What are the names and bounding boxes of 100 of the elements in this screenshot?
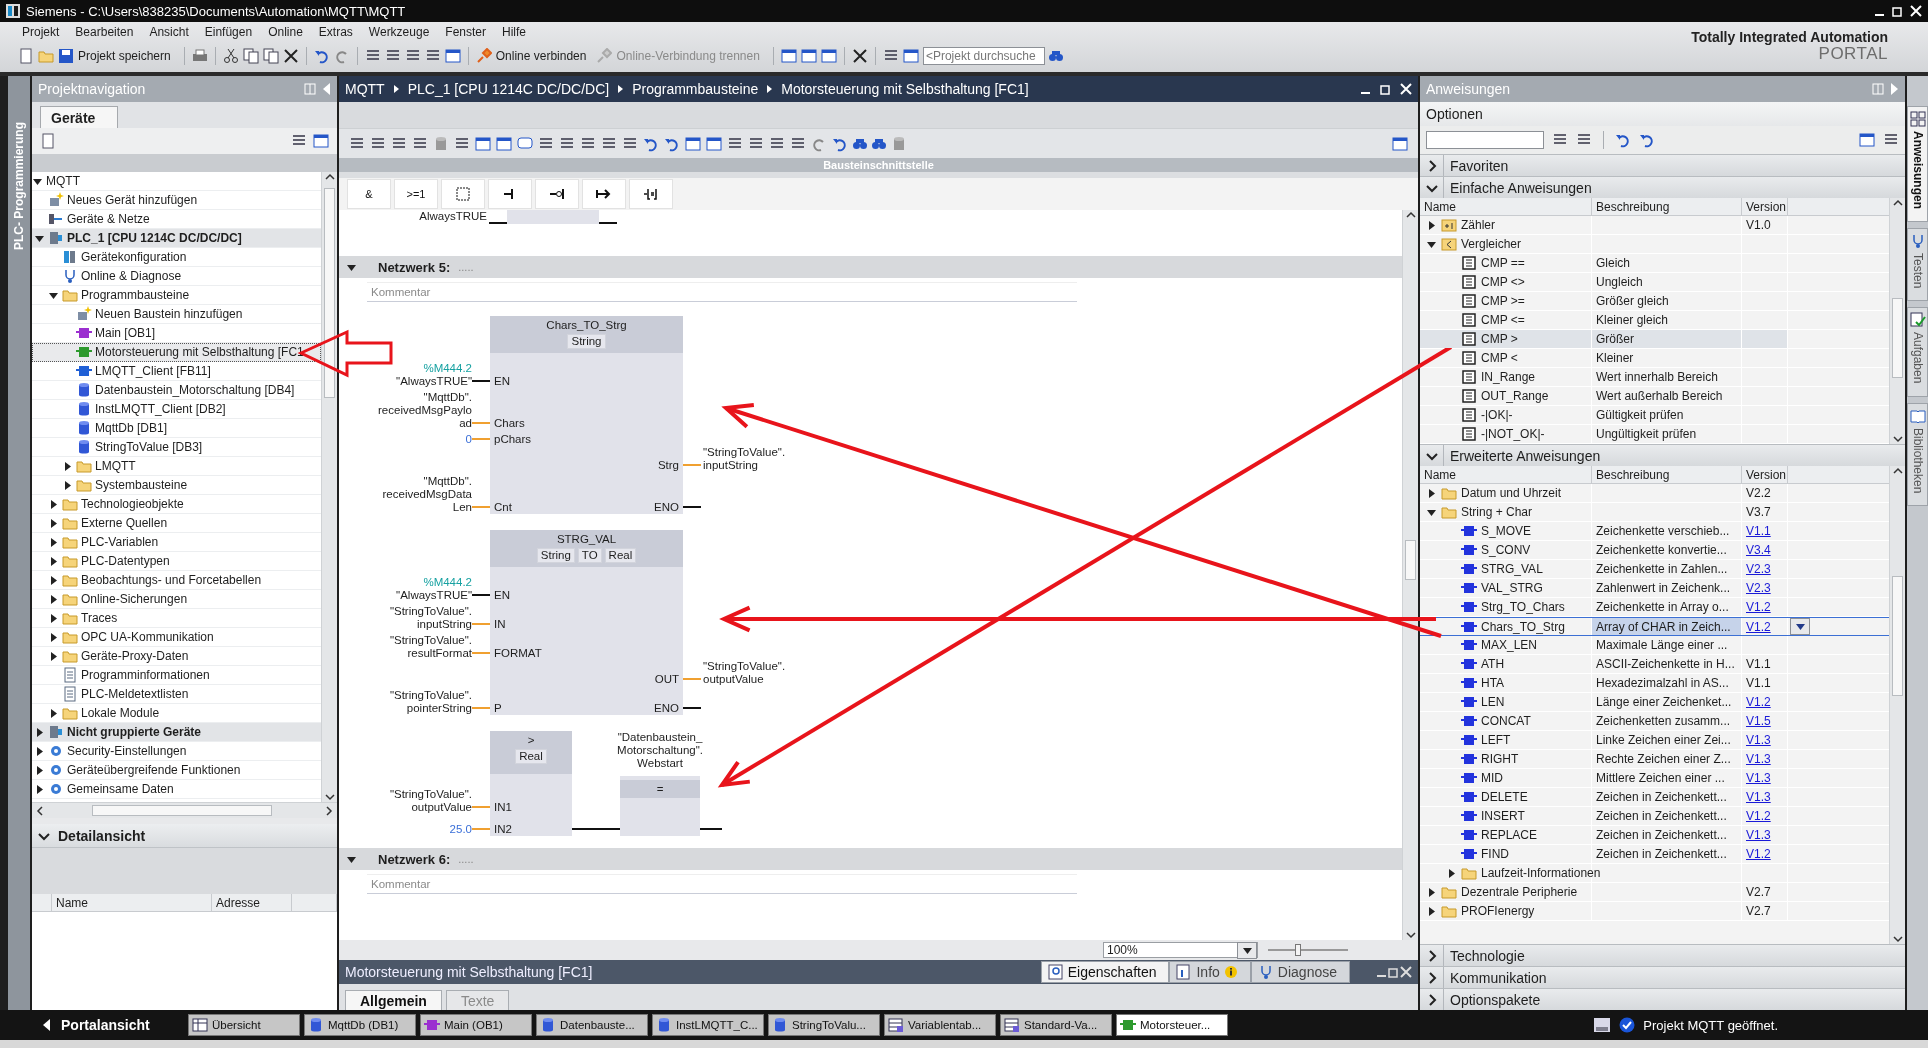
instruction-row[interactable]: Strg_TO_Chars Zeichenkette in Array o... V1.2: [1420, 598, 1889, 617]
tab[interactable]: Diagnose: [1250, 961, 1350, 983]
instruction-row[interactable]: LEN Länge einer Zeichenket... V1.2: [1420, 693, 1889, 712]
instruction-row[interactable]: S_CONV Zeichenkette konvertie... V3.4: [1420, 541, 1889, 560]
menu-item[interactable]: Ansicht: [141, 25, 197, 39]
menu-item[interactable]: Werkzeuge: [360, 25, 438, 39]
tree-item[interactable]: StringToValue [DB3]: [32, 438, 321, 457]
instruction-row[interactable]: Vergleicher: [1420, 235, 1889, 254]
tree-item[interactable]: Motorsteuerung mit Selbsthaltung [FC1: [32, 343, 321, 362]
comment-field[interactable]: Kommentar: [367, 282, 1077, 302]
section-header[interactable]: Einfache Anweisungen: [1420, 176, 1905, 198]
version-link[interactable]: V2.3: [1746, 562, 1771, 576]
tab[interactable]: Info: [1169, 961, 1251, 983]
version-link[interactable]: V1.3: [1746, 733, 1771, 747]
tab[interactable]: Geräte: [40, 106, 119, 128]
instruction-row[interactable]: S_MOVE Zeichenkette verschieb... V1.1: [1420, 522, 1889, 541]
connect-online-button[interactable]: Online verbinden: [495, 49, 587, 63]
version-link[interactable]: V1.2: [1746, 619, 1771, 634]
instruction-row[interactable]: OUT_Range Wert außerhalb Bereich: [1420, 387, 1889, 406]
instruction-row[interactable]: Dezentrale Peripherie V2.7: [1420, 883, 1889, 902]
instruction-row[interactable]: REPLACE Zeichen in Zeichenkett... V1.3: [1420, 826, 1889, 845]
version-link[interactable]: V1.2: [1746, 600, 1771, 614]
tree-item[interactable]: Nicht gruppierte Geräte: [32, 723, 321, 742]
instruction-row[interactable]: Zähler V1.0: [1420, 216, 1889, 235]
instruction-row[interactable]: LEFT Linke Zeichen einer Zei... V1.3: [1420, 731, 1889, 750]
version-link[interactable]: V1.2: [1746, 809, 1771, 823]
instruction-key[interactable]: &: [347, 179, 391, 209]
menu-item[interactable]: Extras: [310, 25, 361, 39]
instruction-row[interactable]: ATH ASCII-Zeichenkette in H... V1.1: [1420, 655, 1889, 674]
taskbar-item[interactable]: Übersicht: [188, 1014, 300, 1036]
side-tab[interactable]: Testen: [1907, 228, 1928, 302]
network-header[interactable]: Netzwerk 6: .....: [339, 848, 1402, 870]
section-header[interactable]: Optionspakete: [1420, 988, 1905, 1010]
version-link[interactable]: V1.3: [1746, 828, 1771, 842]
taskbar-item[interactable]: MqttDb (DB1): [304, 1014, 416, 1036]
tree-item[interactable]: Online & Diagnose: [32, 267, 321, 286]
tree-item[interactable]: Neuen Baustein hinzufügen: [32, 305, 321, 324]
instruction-row[interactable]: MID Mittlere Zeichen einer ... V1.3: [1420, 769, 1889, 788]
instruction-row[interactable]: FIND Zeichen in Zeichenkett... V1.2: [1420, 845, 1889, 864]
network-header[interactable]: Netzwerk 5: .....: [339, 256, 1402, 278]
taskbar-item[interactable]: Standard-Va...: [1000, 1014, 1112, 1036]
version-link[interactable]: V3.4: [1746, 543, 1771, 557]
comment-field[interactable]: Kommentar: [367, 874, 1077, 894]
instruction-row[interactable]: CMP < Kleiner: [1420, 349, 1889, 368]
instruction-row[interactable]: Laufzeit-Informationen: [1420, 864, 1889, 883]
portal-view-button[interactable]: Portalansicht: [42, 1017, 184, 1033]
version-link[interactable]: V1.1: [1746, 524, 1771, 538]
menu-item[interactable]: Projekt: [14, 25, 68, 39]
tree-item[interactable]: InstLMQTT_Client [DB2]: [32, 400, 321, 419]
taskbar-item[interactable]: Main (OB1): [420, 1014, 532, 1036]
instruction-row[interactable]: VAL_STRG Zahlenwert in Zeichenk... V2.3: [1420, 579, 1889, 598]
instruction-row[interactable]: CMP >= Größer gleich: [1420, 292, 1889, 311]
version-link[interactable]: V1.2: [1746, 847, 1771, 861]
instruction-row[interactable]: Datum und Uhrzeit V2.2: [1420, 484, 1889, 503]
taskbar-item[interactable]: Motorsteuer...: [1116, 1014, 1228, 1036]
instruction-row[interactable]: HTA Hexadezimalzahl in AS... V1.1: [1420, 674, 1889, 693]
tab[interactable]: Allgemein: [345, 990, 442, 1010]
menu-item[interactable]: Hilfe: [494, 25, 535, 39]
instruction-row[interactable]: CMP > Größer: [1420, 330, 1889, 349]
instruction-row[interactable]: INSERT Zeichen in Zeichenkett... V1.2: [1420, 807, 1889, 826]
tree-item[interactable]: PLC_1 [CPU 1214C DC/DC/DC]: [32, 229, 321, 248]
breadcrumb-item[interactable]: Motorsteuerung mit Selbsthaltung [FC1]: [781, 81, 1029, 97]
section-header[interactable]: Erweiterte Anweisungen: [1420, 444, 1905, 466]
menu-item[interactable]: Online: [260, 25, 311, 39]
version-link[interactable]: V1.3: [1746, 790, 1771, 804]
taskbar-item[interactable]: Variablentab...: [884, 1014, 996, 1036]
instruction-row[interactable]: -|OK|- Gültigkeit prüfen: [1420, 406, 1889, 425]
taskbar-item[interactable]: InstLMQTT_C...: [652, 1014, 764, 1036]
tree-item[interactable]: PLC-Meldetextlisten: [32, 685, 321, 704]
tree-item[interactable]: Gerätekonfiguration: [32, 248, 321, 267]
instruction-row[interactable]: CMP <> Ungleich: [1420, 273, 1889, 292]
save-project-button[interactable]: Projekt speichern: [78, 49, 171, 63]
tree-item[interactable]: Neues Gerät hinzufügen: [32, 191, 321, 210]
instruction-row[interactable]: RIGHT Rechte Zeichen einer Z... V1.3: [1420, 750, 1889, 769]
side-tab[interactable]: Bibliotheken: [1907, 402, 1928, 507]
version-link[interactable]: V1.3: [1746, 752, 1771, 766]
version-link[interactable]: V1.2: [1746, 695, 1771, 709]
version-link[interactable]: V2.3: [1746, 581, 1771, 595]
instruction-row[interactable]: Chars_TO_Strg Array of CHAR in Zeich... V1.2: [1420, 617, 1889, 636]
section-header[interactable]: Kommunikation: [1420, 966, 1905, 988]
version-link[interactable]: V1.5: [1746, 714, 1771, 728]
breadcrumb-item[interactable]: Programmbausteine: [632, 81, 759, 97]
section-header[interactable]: Technologie: [1420, 944, 1905, 966]
taskbar-item[interactable]: Datenbauste...: [536, 1014, 648, 1036]
instruction-row[interactable]: IN_Range Wert innerhalb Bereich: [1420, 368, 1889, 387]
tree-item[interactable]: Datenbaustein_Motorschaltung [DB4]: [32, 381, 321, 400]
zoom-field[interactable]: 100%: [1103, 942, 1258, 958]
breadcrumb-item[interactable]: MQTT: [345, 81, 385, 97]
instruction-row[interactable]: STRG_VAL Zeichenkette in Zahlen... V2.3: [1420, 560, 1889, 579]
search-field[interactable]: <Projekt durchsuche: [922, 47, 1045, 65]
instruction-row[interactable]: DELETE Zeichen in Zeichenkett... V1.3: [1420, 788, 1889, 807]
tree-item[interactable]: Programminformationen: [32, 666, 321, 685]
tree-item[interactable]: MqttDb [DB1]: [32, 419, 321, 438]
section-header[interactable]: Favoriten: [1420, 154, 1905, 176]
side-tab[interactable]: Anweisungen: [1907, 106, 1928, 222]
instruction-row[interactable]: MAX_LEN Maximale Länge einer ...: [1420, 636, 1889, 655]
menu-item[interactable]: Einfügen: [196, 25, 261, 39]
version-link[interactable]: V1.3: [1746, 771, 1771, 785]
instruction-row[interactable]: PROFIenergy V2.7: [1420, 902, 1889, 921]
side-tab[interactable]: Aufgaben: [1907, 307, 1928, 397]
